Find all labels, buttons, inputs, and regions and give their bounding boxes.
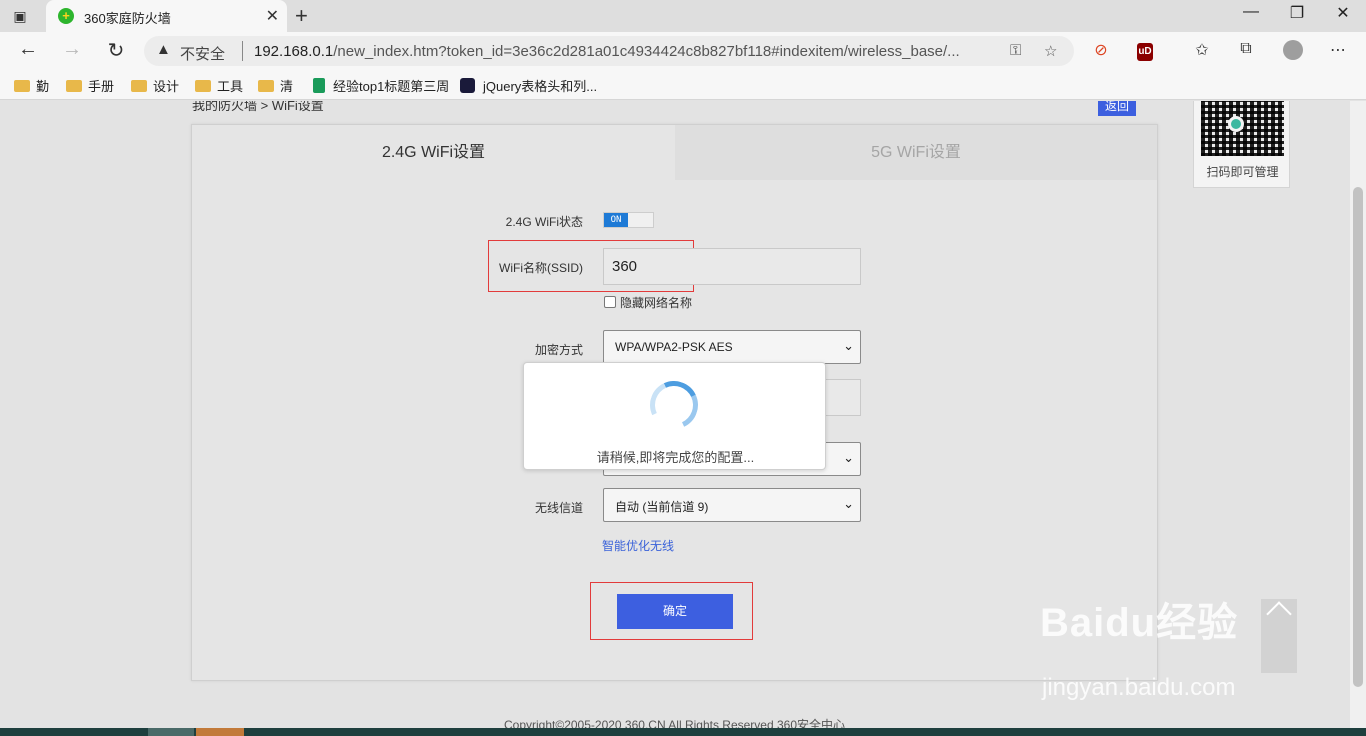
bookmark-label: jQuery表格头和列... xyxy=(483,79,598,94)
scrollbar-thumb[interactable] xyxy=(1353,187,1363,687)
tab-close-icon[interactable]: ✕ xyxy=(266,6,279,26)
browser-toolbar: ← → ↻ ▲ 不安全 192.168.0.1/new_index.htm?to… xyxy=(0,32,1366,70)
encryption-value: WPA/WPA2-PSK AES xyxy=(615,340,733,354)
wifi-status-label: 2.4G WiFi状态 xyxy=(505,215,583,229)
forward-arrow-icon[interactable]: → xyxy=(58,38,86,61)
tab-title: 360家庭防火墙 xyxy=(84,11,171,26)
favorite-add-icon[interactable]: ☆ xyxy=(1044,42,1057,60)
ublock-icon[interactable]: uD xyxy=(1137,43,1153,61)
chevron-down-icon: ⌄ xyxy=(843,338,854,353)
favorites-icon[interactable]: ✩ xyxy=(1190,40,1214,60)
address-bar[interactable]: ▲ 不安全 192.168.0.1/new_index.htm?token_id… xyxy=(144,36,1074,66)
bookmark-site-icon xyxy=(460,78,475,93)
tab-2g-wifi[interactable]: 2.4G WiFi设置 xyxy=(192,125,675,180)
scroll-to-top-button[interactable] xyxy=(1261,599,1297,673)
page-scrollbar[interactable] xyxy=(1350,101,1366,728)
url-path: /new_index.htm?token_id=3e36c2d281a01c49… xyxy=(333,43,960,60)
chevron-down-icon: ⌄ xyxy=(843,496,854,511)
channel-value: 自动 (当前信道 9) xyxy=(615,500,709,514)
warning-icon[interactable]: ▲ xyxy=(156,41,171,58)
tab-actions-icon[interactable]: ▣ xyxy=(10,6,30,26)
maximize-button[interactable]: ❐ xyxy=(1274,3,1320,23)
bookmarks-bar: 勤 手册 设计 工具 清 经验top1标题第三周 jQuery表格头和列... xyxy=(0,70,1366,100)
bookmark-link[interactable]: jQuery表格头和列... xyxy=(460,76,597,95)
refresh-icon[interactable]: ↻ xyxy=(102,38,130,63)
bookmark-label: 勤 xyxy=(36,79,50,94)
folder-icon xyxy=(66,80,82,92)
qr-code-panel: 扫码即可管理 xyxy=(1193,101,1290,188)
close-window-button[interactable]: ✕ xyxy=(1320,3,1366,23)
bookmark-folder[interactable]: 设计 xyxy=(131,76,179,95)
tab-5g-wifi[interactable]: 5G WiFi设置 xyxy=(675,125,1157,180)
menu-icon[interactable]: ⋯ xyxy=(1326,40,1350,60)
channel-select[interactable]: 自动 (当前信道 9) ⌄ xyxy=(603,488,861,522)
new-tab-button[interactable]: + xyxy=(295,3,308,29)
profile-avatar[interactable] xyxy=(1283,40,1303,60)
wifi-status-toggle[interactable]: ON xyxy=(603,212,654,228)
bookmark-folder[interactable]: 勤 xyxy=(14,76,49,95)
bookmark-label: 清 xyxy=(280,79,294,94)
qr-logo-icon xyxy=(1228,116,1244,132)
browser-tab[interactable]: + 360家庭防火墙 ✕ xyxy=(46,0,287,32)
ssid-label: WiFi名称(SSID) xyxy=(499,261,583,275)
favicon-icon: + xyxy=(58,8,74,24)
qr-label: 扫码即可管理 xyxy=(1206,165,1279,179)
bookmark-label: 经验top1标题第三周 xyxy=(333,79,450,94)
back-arrow-icon[interactable]: ← xyxy=(14,38,42,61)
tab-strip: ▣ + 360家庭防火墙 ✕ + — ❐ ✕ xyxy=(0,0,1366,32)
breadcrumb: 我的防火墙 > WiFi设置 xyxy=(192,101,324,113)
taskbar-item[interactable] xyxy=(148,728,194,736)
bookmark-label: 工具 xyxy=(217,79,244,94)
bookmark-link[interactable]: 经验top1标题第三周 xyxy=(313,76,449,95)
baidu-watermark: Baidu经验 xyxy=(1040,601,1239,645)
baidu-watermark-url: jingyan.baidu.com xyxy=(1042,674,1236,701)
folder-icon xyxy=(14,80,30,92)
folder-icon xyxy=(258,80,274,92)
not-secure-label[interactable]: 不安全 xyxy=(180,43,225,64)
toggle-on-label: ON xyxy=(604,213,628,227)
hide-ssid-checkbox[interactable] xyxy=(604,296,616,308)
chevron-down-icon: ⌄ xyxy=(843,450,854,465)
bookmark-label: 设计 xyxy=(153,79,180,94)
confirm-button[interactable]: 确定 xyxy=(617,594,733,629)
back-button[interactable]: 返回 xyxy=(1098,101,1136,116)
extension-icon[interactable]: ⊘ xyxy=(1089,40,1113,60)
footer-copyright: Copyright©2005-2020 360.CN All Rights Re… xyxy=(504,718,846,728)
taskbar-item[interactable] xyxy=(196,728,244,736)
ssid-input[interactable]: 360 xyxy=(603,248,861,285)
loading-spinner-icon xyxy=(643,374,705,436)
key-icon[interactable]: ⚿ xyxy=(1010,42,1021,59)
bookmark-folder[interactable]: 清 xyxy=(258,76,293,95)
loading-message: 请稍候,即将完成您的配置... xyxy=(596,450,755,465)
url-text[interactable]: 192.168.0.1/new_index.htm?token_id=3e36c… xyxy=(254,43,960,60)
sheet-icon xyxy=(313,78,325,93)
folder-icon xyxy=(195,80,211,92)
bookmark-label: 手册 xyxy=(88,79,115,94)
url-divider xyxy=(242,41,243,61)
loading-dialog: 请稍候,即将完成您的配置... xyxy=(523,362,826,470)
arrow-up-icon xyxy=(1266,601,1292,627)
collections-icon[interactable]: ⧉ xyxy=(1234,40,1258,58)
folder-icon xyxy=(131,80,147,92)
encryption-select[interactable]: WPA/WPA2-PSK AES ⌄ xyxy=(603,330,861,364)
bookmark-folder[interactable]: 工具 xyxy=(195,76,243,95)
encryption-label: 加密方式 xyxy=(534,343,583,357)
channel-label: 无线信道 xyxy=(534,501,583,515)
url-host: 192.168.0.1 xyxy=(254,43,334,60)
minimize-button[interactable]: — xyxy=(1228,3,1274,21)
optimize-wireless-link[interactable]: 智能优化无线 xyxy=(602,537,674,554)
bookmark-folder[interactable]: 手册 xyxy=(66,76,114,95)
hide-ssid-label[interactable]: 隐藏网络名称 xyxy=(620,294,692,311)
